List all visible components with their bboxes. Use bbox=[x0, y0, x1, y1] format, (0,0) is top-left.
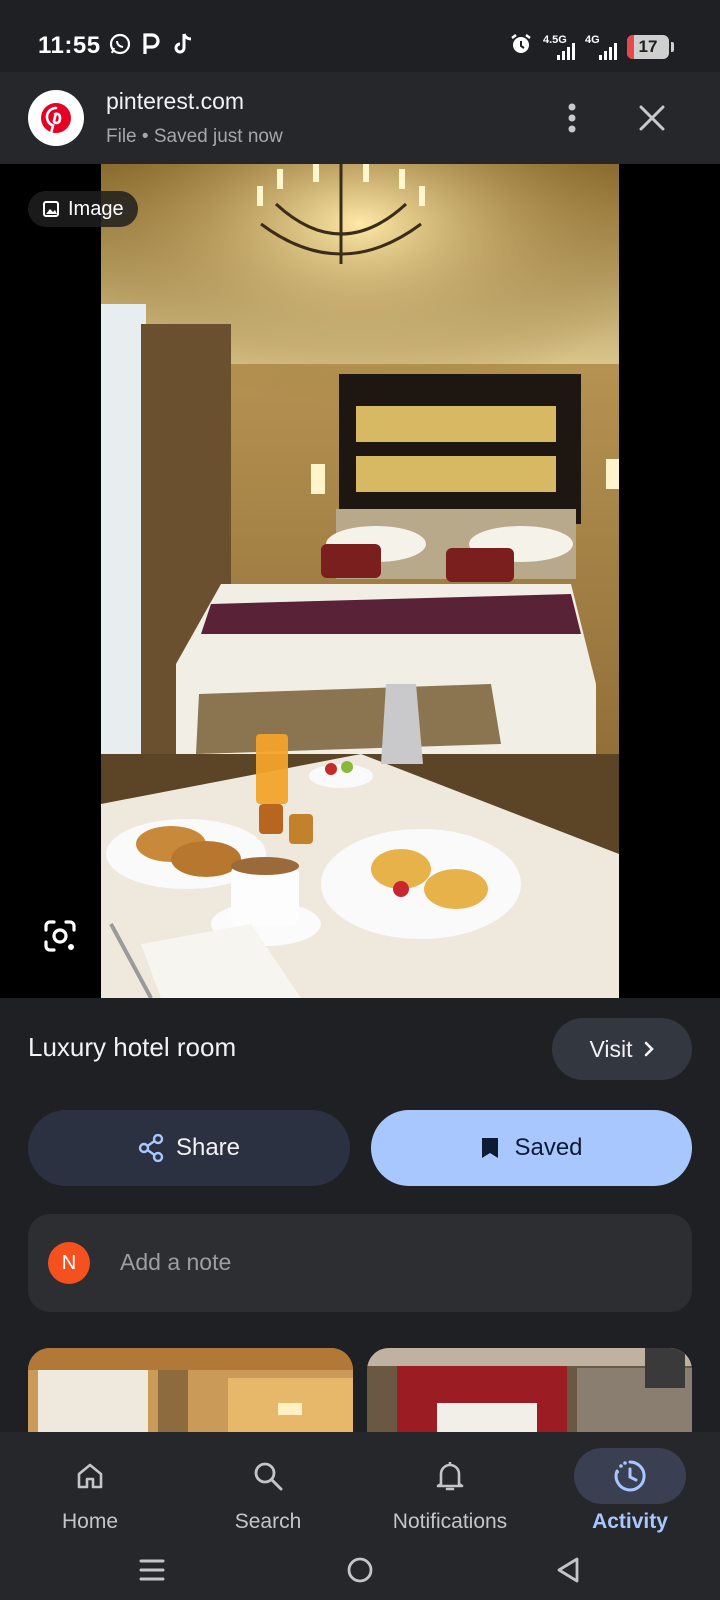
nav-activity-label: Activity bbox=[592, 1510, 668, 1533]
more-options-button[interactable] bbox=[550, 96, 594, 140]
share-icon bbox=[138, 1134, 164, 1162]
hotel-room-photo[interactable] bbox=[101, 164, 619, 998]
more-vert-icon bbox=[568, 103, 576, 133]
system-home-button[interactable] bbox=[338, 1552, 382, 1588]
image-chip-label: Image bbox=[68, 197, 124, 220]
battery-tip bbox=[671, 41, 674, 52]
nav-home-label: Home bbox=[61, 1510, 119, 1533]
back-button[interactable] bbox=[546, 1552, 590, 1588]
parking-app-icon bbox=[140, 32, 162, 56]
nav-search[interactable]: Search bbox=[212, 1432, 324, 1540]
nav-activity[interactable]: Activity bbox=[574, 1432, 686, 1540]
bottom-navigation: Home Search Notifications Activity bbox=[0, 1432, 720, 1540]
close-icon bbox=[639, 105, 665, 131]
visit-button[interactable]: Visit bbox=[552, 1018, 692, 1080]
activity-icon bbox=[614, 1460, 646, 1492]
image-icon bbox=[43, 201, 59, 217]
search-icon bbox=[254, 1462, 283, 1491]
image-chip: Image bbox=[28, 191, 138, 227]
whatsapp-icon bbox=[108, 32, 131, 56]
status-bar: 11:55 4.5G 4G 17 bbox=[0, 0, 720, 72]
battery-indicator: 17 bbox=[627, 34, 669, 59]
home-circle-icon bbox=[347, 1557, 373, 1583]
status-right: 4.5G 4G 17 bbox=[509, 32, 674, 61]
related-image-2[interactable] bbox=[367, 1348, 692, 1432]
network-signal-1: 4.5G bbox=[543, 34, 575, 60]
back-icon bbox=[557, 1557, 579, 1583]
source-subtitle: File • Saved just now bbox=[106, 126, 283, 147]
system-navigation bbox=[0, 1540, 720, 1600]
share-button[interactable]: Share bbox=[28, 1110, 350, 1186]
add-note-field[interactable]: N Add a note bbox=[28, 1214, 692, 1312]
google-lens-button[interactable] bbox=[38, 914, 82, 958]
nav-home[interactable]: Home bbox=[34, 1432, 146, 1540]
visit-label: Visit bbox=[589, 1035, 633, 1062]
recents-button[interactable] bbox=[130, 1552, 174, 1588]
pin-title: Luxury hotel room bbox=[28, 1032, 237, 1062]
pinterest-logo-icon bbox=[28, 90, 84, 146]
share-label: Share bbox=[175, 1134, 241, 1161]
user-avatar: N bbox=[48, 1242, 90, 1284]
bell-icon bbox=[436, 1462, 464, 1491]
nav-notifications[interactable]: Notifications bbox=[374, 1432, 526, 1540]
google-lens-icon bbox=[44, 920, 76, 952]
related-image-1[interactable] bbox=[28, 1348, 353, 1432]
recents-icon bbox=[139, 1559, 165, 1581]
chevron-right-icon bbox=[644, 1041, 654, 1057]
source-header: pinterest.com File • Saved just now bbox=[0, 72, 720, 164]
status-time: 11:55 bbox=[38, 32, 101, 59]
image-viewer[interactable]: Image bbox=[0, 164, 720, 998]
nav-search-label: Search bbox=[234, 1510, 302, 1533]
alarm-icon bbox=[509, 32, 533, 61]
status-app-icons bbox=[108, 32, 194, 56]
tiktok-icon bbox=[172, 32, 194, 56]
saved-button[interactable]: Saved bbox=[371, 1110, 692, 1186]
close-button[interactable] bbox=[630, 96, 674, 140]
nav-notifications-label: Notifications bbox=[392, 1510, 508, 1533]
note-placeholder: Add a note bbox=[120, 1249, 232, 1275]
source-site[interactable]: pinterest.com bbox=[106, 88, 244, 115]
network-signal-2: 4G bbox=[585, 34, 617, 60]
saved-label: Saved bbox=[514, 1134, 583, 1161]
bookmark-filled-icon bbox=[482, 1138, 499, 1158]
home-icon bbox=[77, 1463, 103, 1489]
